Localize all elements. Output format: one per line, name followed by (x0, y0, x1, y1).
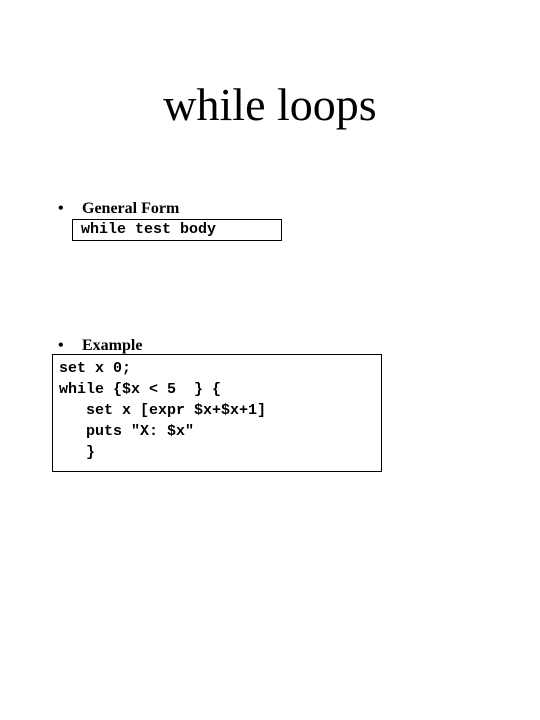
bullet-general-form: • General Form (58, 200, 179, 218)
bullet-general-form-label: General Form (82, 200, 179, 218)
example-code-box: set x 0; while {$x < 5 } { set x [expr $… (52, 354, 382, 472)
bullet-dot-icon: • (58, 200, 78, 218)
general-form-code-box: while test body (72, 219, 282, 241)
bullet-example-label: Example (82, 337, 142, 355)
slide-title: while loops (0, 78, 540, 131)
slide: while loops • General Form while test bo… (0, 0, 540, 720)
bullet-example: • Example (58, 337, 142, 355)
bullet-dot-icon: • (58, 337, 78, 355)
